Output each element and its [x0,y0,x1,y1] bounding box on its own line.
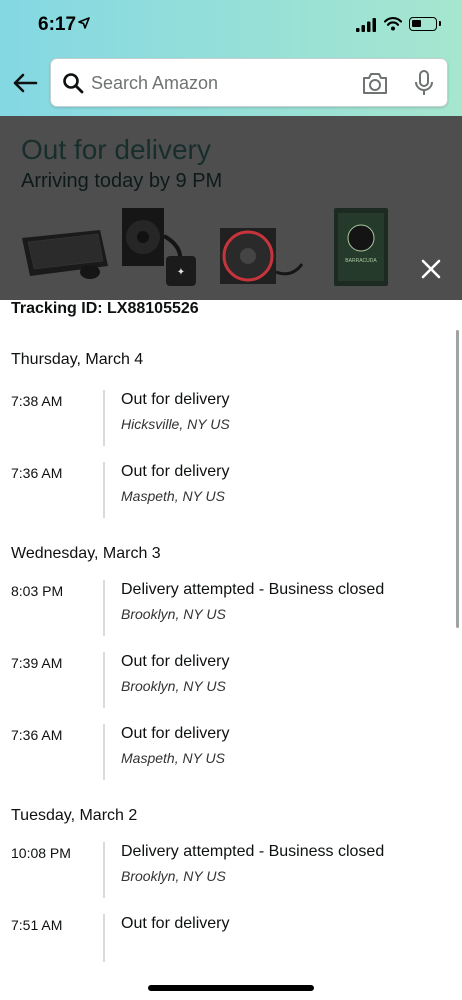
search-icon [63,73,84,94]
microphone-icon[interactable] [413,69,435,97]
product-images: ✦ BARRACUDA [22,208,388,286]
tracking-event: 7:51 AM Out for delivery [0,914,462,962]
tracking-event: 7:36 AM Out for delivery Maspeth, NY US [0,462,462,534]
event-time: 10:08 PM [11,845,71,861]
hard-drive-product: BARRACUDA [334,208,388,286]
day-header: Wednesday, March 3 [11,545,161,562]
wifi-icon [384,17,402,31]
day-header: Thursday, March 4 [11,351,144,368]
status-bar: 6:17 [0,0,462,50]
event-time: 7:36 AM [11,465,63,481]
close-icon[interactable] [418,256,444,282]
event-location: Hicksville, NY US [121,416,230,432]
event-status: Out for delivery [121,653,230,670]
event-location: Brooklyn, NY US [121,606,226,622]
timeline-divider [103,580,105,636]
cpu-cooler-product: ✦ [122,208,196,286]
timeline-divider [103,842,105,898]
timeline-divider [103,914,105,962]
rgb-fan-product [220,228,304,284]
tracking-event: 8:03 PM Delivery attempted - Business clo… [0,580,462,652]
cellular-signal-icon [356,18,376,32]
event-status: Out for delivery [121,391,230,408]
timeline-divider [103,724,105,780]
timeline-divider [103,652,105,708]
search-bar[interactable] [50,58,448,107]
tracking-event: 7:38 AM Out for delivery Hicksville, NY US [0,390,462,462]
event-time: 8:03 PM [11,583,64,599]
delivery-banner: Out for delivery Arriving today by 9 PM … [0,116,462,300]
event-location: Maspeth, NY US [121,750,226,766]
tracking-history[interactable]: Thursday, March 4 7:38 AM Out for delivery… [0,340,462,962]
tracking-event: 7:39 AM Out for delivery Brooklyn, NY US [0,652,462,724]
event-time: 7:39 AM [11,655,63,671]
day-header: Tuesday, March 2 [11,807,138,824]
tracking-id: Tracking ID: LX88105526 [11,300,199,317]
tracking-event: 7:36 AM Out for delivery Maspeth, NY US [0,724,462,796]
location-arrow-icon [78,17,90,29]
event-status: Delivery attempted - Business closed [121,843,385,860]
tracking-event: 10:08 PM Delivery attempted - Business cl… [0,842,462,914]
svg-text:BARRACUDA: BARRACUDA [345,258,377,264]
event-status: Out for delivery [121,463,230,480]
event-status: Delivery attempted - Business closed [121,581,385,598]
delivery-status-title: Out for delivery [21,134,211,165]
event-status: Out for delivery [121,915,230,932]
event-location: Brooklyn, NY US [121,678,226,694]
status-time: 6:17 [38,14,77,35]
keyboard-mouse-product [22,230,108,279]
timeline-divider [103,462,105,518]
battery-icon [409,17,441,31]
svg-text:✦: ✦ [177,267,185,278]
timeline-divider [103,390,105,446]
event-time: 7:38 AM [11,393,63,409]
event-status: Out for delivery [121,725,230,742]
event-time: 7:36 AM [11,727,63,743]
event-time: 7:51 AM [11,917,63,933]
search-input[interactable] [91,67,351,99]
scrollbar[interactable] [456,330,459,628]
camera-icon[interactable] [361,70,389,96]
arrival-estimate: Arriving today by 9 PM [21,170,223,192]
event-location: Maspeth, NY US [121,488,226,504]
back-arrow-icon[interactable] [10,68,40,98]
app-header: 6:17 [0,0,462,116]
home-indicator[interactable] [148,985,314,991]
event-location: Brooklyn, NY US [121,868,226,884]
